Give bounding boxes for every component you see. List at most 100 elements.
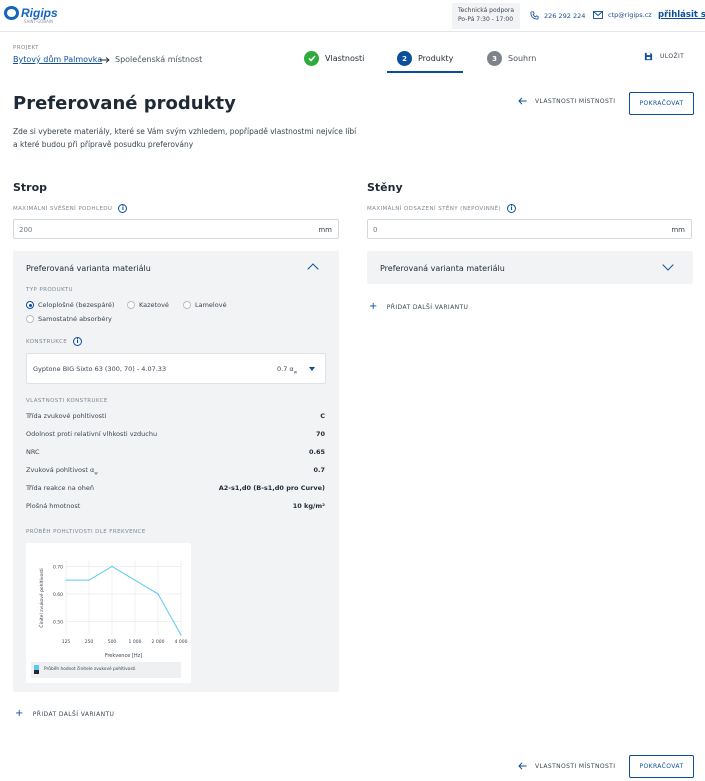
construction-label: KONSTRUKCE bbox=[26, 338, 68, 345]
prop-label: NRC bbox=[26, 448, 40, 456]
input-unit: mm bbox=[318, 226, 332, 234]
chart-legend-label: Průběh hodnot činitele zvukové pohltivos… bbox=[44, 665, 135, 672]
back-label: VLASTNOSTI MÍSTNOSTI bbox=[535, 97, 616, 105]
logo-mark-icon bbox=[4, 6, 19, 20]
step-souhrn[interactable]: 3 Souhrn bbox=[487, 51, 536, 66]
plus-icon: + bbox=[369, 301, 378, 312]
support-hours: Po-Pá 7:30 - 17:00 bbox=[458, 16, 514, 23]
wall-offset-input[interactable]: 0 mm bbox=[367, 219, 692, 239]
chart-x-tick-label: 1 000 bbox=[129, 639, 142, 645]
chart-x-tick-label: 4 000 bbox=[175, 639, 188, 645]
chart-x-axis-label: Frekvence [Hz] bbox=[105, 653, 142, 659]
phone-number: 226 292 224 bbox=[544, 11, 586, 20]
intro-text: Zde si vyberete materiály, které se Vám … bbox=[13, 127, 357, 149]
dropdown-caret-icon bbox=[309, 367, 315, 371]
email-address: ctp@rigips.cz bbox=[608, 11, 652, 19]
chart-legend-swatch bbox=[34, 665, 39, 670]
support-box: Technická podpora Po-Pá 7:30 - 17:00 bbox=[452, 3, 520, 29]
strop-add-variant-button[interactable]: + PŘIDAT DALŠÍ VARIANTU bbox=[15, 708, 115, 719]
construction-label-row: KONSTRUKCE i bbox=[26, 337, 83, 346]
input-value: 200 bbox=[19, 226, 33, 234]
step-number: 2 bbox=[397, 51, 412, 66]
continue-button[interactable]: POKRAČOVAT bbox=[629, 92, 694, 115]
step-vlastnosti[interactable]: Vlastnosti bbox=[304, 51, 364, 66]
check-icon bbox=[304, 51, 319, 66]
active-step-underline bbox=[387, 71, 463, 73]
chart-x-tick-label: 125 bbox=[62, 639, 71, 645]
login-link[interactable]: přihlásit se bbox=[658, 10, 705, 20]
step-label: Produkty bbox=[418, 54, 454, 63]
prop-row: Třída zvukové pohltivosti C bbox=[26, 412, 325, 424]
steny-field-label: MAXIMÁLNÍ ODSAZENÍ STĚNY (NEPOVINNÉ) bbox=[367, 205, 502, 212]
construction-select[interactable]: Gyptone BIG Sixto 63 (300, 70) - 4.07.33… bbox=[26, 353, 326, 384]
construction-value: Gyptone BIG Sixto 63 (300, 70) - 4.07.33 bbox=[33, 365, 167, 373]
radio-dot bbox=[26, 315, 34, 323]
prop-value: C bbox=[320, 412, 325, 420]
prop-label: Třída zvukové pohltivosti bbox=[26, 412, 107, 420]
strop-field-label-row: MAXIMÁLNÍ SVĚŠENÍ PODHLEDU i bbox=[13, 204, 128, 213]
chart-y-tick-label: 0.70 bbox=[53, 564, 63, 570]
alpha-sub: w bbox=[293, 369, 297, 375]
chart-y-axis-label: Činitel zvukové pohltivosti bbox=[38, 568, 45, 627]
chart-data-point bbox=[134, 579, 136, 581]
radio-absorbery[interactable]: Samostatné absorbéry bbox=[26, 315, 112, 323]
prop-value: A2-s1,d0 (B-s1,d0 pro Curve) bbox=[218, 484, 325, 492]
steny-field-label-row: MAXIMÁLNÍ ODSAZENÍ STĚNY (NEPOVINNÉ) i bbox=[367, 204, 517, 213]
radio-kazetove[interactable]: Kazetové bbox=[127, 301, 169, 309]
product-type-label: TYP PRODUKTU bbox=[26, 287, 73, 293]
prop-row: NRC 0.65 bbox=[26, 448, 325, 460]
info-icon[interactable]: i bbox=[73, 337, 83, 346]
prop-label: Zvuková pohltivost αw bbox=[26, 466, 98, 478]
radio-label: Samostatné absorbéry bbox=[38, 315, 112, 323]
arrow-left-icon bbox=[518, 97, 527, 105]
save-label: ULOŽIT bbox=[660, 53, 685, 60]
absorption-chart: 0.70 0.60 0.50 125 250 500 1 000 2 000 4 000 Frek… bbox=[31, 561, 188, 678]
phone-link[interactable]: 226 292 224 bbox=[530, 11, 585, 20]
chart-section-label: PRŮBĚH POHLTIVOSTI DLE FREKVENCE bbox=[26, 529, 146, 535]
add-variant-label: PŘIDAT DALŠÍ VARIANTU bbox=[32, 710, 115, 718]
construction-alpha: 0.7 αw bbox=[277, 365, 297, 374]
back-to-properties-link[interactable]: VLASTNOSTI MÍSTNOSTI bbox=[518, 97, 615, 105]
rigips-logo[interactable]: Rigips SAINT-GOBAIN bbox=[4, 6, 58, 24]
chart-series-line bbox=[66, 565, 182, 636]
chart-data-point bbox=[157, 593, 159, 595]
strop-panel-title[interactable]: Preferovaná varianta materiálu bbox=[26, 264, 151, 273]
logo-text: Rigips bbox=[21, 6, 58, 20]
radio-lamelove[interactable]: Lamelové bbox=[183, 301, 227, 309]
info-icon[interactable]: i bbox=[118, 204, 128, 213]
prop-label: Třída reakce na oheň bbox=[26, 484, 94, 492]
prop-value: 0.65 bbox=[308, 448, 325, 456]
save-button[interactable]: ULOŽIT bbox=[644, 52, 684, 61]
app-root: Rigips SAINT-GOBAIN Technická podpora Po… bbox=[0, 0, 705, 781]
step-label: Vlastnosti bbox=[325, 54, 365, 63]
radio-celoplosne[interactable]: Celoplošné (bezespáré) bbox=[26, 301, 114, 309]
prop-value: 0.7 bbox=[313, 466, 325, 474]
chart-x-tick-label: 250 bbox=[85, 639, 94, 645]
breadcrumb-room: Společenská místnost bbox=[115, 55, 203, 64]
steny-panel-title[interactable]: Preferovaná varianta materiálu bbox=[380, 264, 505, 273]
page-title: Preferované produkty bbox=[13, 93, 236, 114]
step-produkty[interactable]: 2 Produkty bbox=[397, 51, 453, 66]
absorption-chart-card: 0.70 0.60 0.50 125 250 500 1 000 2 000 4 000 Frek… bbox=[26, 543, 191, 683]
radio-label: Kazetové bbox=[139, 301, 169, 309]
prop-row: Plošná hmotnost 10 kg/m² bbox=[26, 502, 325, 514]
radio-dot bbox=[183, 301, 191, 309]
footer-back-link[interactable]: VLASTNOSTI MÍSTNOSTI bbox=[518, 762, 615, 770]
steny-add-variant-button[interactable]: + PŘIDAT DALŠÍ VARIANTU bbox=[369, 301, 469, 312]
info-icon[interactable]: i bbox=[507, 204, 517, 213]
input-value: 0 bbox=[373, 226, 378, 234]
support-title: Technická podpora bbox=[458, 7, 515, 14]
alpha-sub: w bbox=[94, 470, 98, 476]
email-link[interactable]: ctp@rigips.cz bbox=[593, 11, 652, 19]
logo-subtext: SAINT-GOBAIN bbox=[24, 19, 54, 24]
max-suspension-input[interactable]: 200 mm bbox=[13, 219, 339, 239]
footer-continue-button[interactable]: POKRAČOVAT bbox=[629, 755, 694, 778]
input-unit: mm bbox=[671, 226, 685, 234]
add-variant-label: PŘIDAT DALŠÍ VARIANTU bbox=[386, 303, 469, 311]
chart-x-tick-label: 2 000 bbox=[152, 639, 165, 645]
plus-icon: + bbox=[15, 708, 24, 719]
chart-x-tick-label: 500 bbox=[108, 639, 117, 645]
breadcrumb-project-link[interactable]: Bytový dům Palmovka bbox=[13, 55, 102, 64]
phone-icon bbox=[530, 11, 539, 20]
prop-value: 10 kg/m² bbox=[292, 502, 325, 510]
